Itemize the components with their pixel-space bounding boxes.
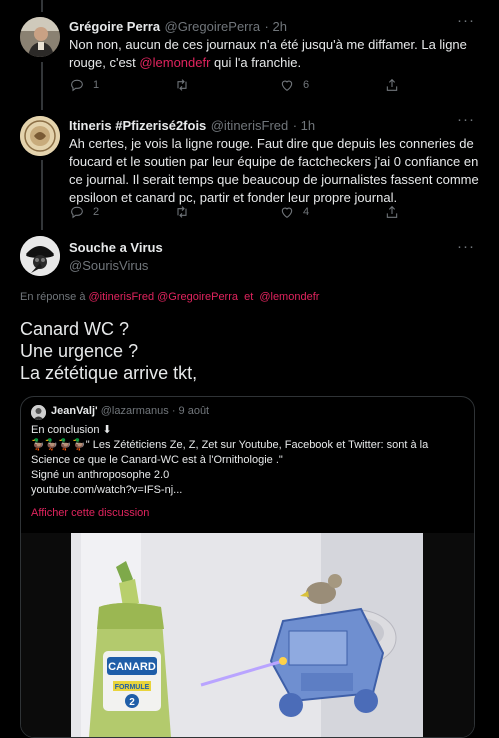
share-button[interactable] [384, 204, 400, 220]
reply-icon [71, 79, 83, 92]
reply-prefix: En réponse à [20, 291, 86, 303]
author-handle[interactable]: @SourisVirus [69, 258, 148, 273]
quote-media[interactable]: CANARD FORMULE 2 [21, 533, 474, 737]
quote-timestamp: · 9 août [171, 405, 210, 417]
like-count: 6 [303, 79, 310, 91]
reply-and: et [244, 291, 254, 303]
quote-author-handle: @lazarmanus [100, 405, 169, 417]
mention-link[interactable]: @lemondefr [259, 291, 319, 303]
author-name[interactable]: Souche a Virus [69, 240, 163, 255]
reply-count: 2 [93, 206, 100, 218]
bottle-formula: FORMULE [115, 684, 150, 691]
reply-count: 1 [93, 79, 100, 91]
author-handle[interactable]: @itinerisFred [211, 118, 289, 133]
more-options-icon[interactable]: ··· [457, 238, 475, 255]
tweet-text: Ah certes, je vois la ligne rouge. Faut … [69, 136, 479, 205]
quote-line: 🦆🦆🦆🦆" Les Zététiciens Ze, Z, Zet sur You… [31, 439, 429, 466]
tweet-actions: 1 6 [69, 77, 409, 93]
bottle-brand: CANARD [108, 661, 156, 673]
quote-tweet-card[interactable]: JeanValj' @lazarmanus · 9 août En conclu… [20, 396, 475, 738]
avatar[interactable] [20, 116, 60, 156]
quote-line: En conclusion ⬇ [31, 424, 112, 436]
quote-author-name: JeanValj' [51, 405, 98, 417]
share-button[interactable] [384, 77, 400, 93]
tweet-text: Non non, aucun de ces journaux n'a été j… [69, 36, 469, 72]
author-name[interactable]: Itineris #Pfizerisé2fois [69, 118, 206, 133]
author-name[interactable]: Grégoire Perra [69, 19, 160, 34]
mention-link[interactable]: @itinerisFred [89, 291, 155, 303]
main-tweet-text: Canard WC ? Une urgence ? La zététique a… [20, 319, 198, 383]
retweet-button[interactable] [174, 77, 279, 93]
quote-avatar [31, 405, 46, 420]
retweet-icon [177, 206, 187, 218]
avatar[interactable] [20, 236, 60, 276]
share-icon [386, 205, 398, 218]
like-button[interactable]: 4 [279, 204, 384, 220]
heart-icon [281, 80, 293, 91]
quote-link: youtube.com/watch?v=IFS-nj... [31, 484, 183, 496]
mention-link[interactable]: @GregoirePerra [157, 291, 238, 303]
timestamp[interactable]: · 1h [293, 118, 315, 133]
share-icon [386, 78, 398, 91]
reply-button[interactable]: 1 [69, 77, 174, 93]
mention-link[interactable]: @lemondefr [139, 55, 210, 70]
like-button[interactable]: 6 [279, 77, 384, 93]
bottle-number: 2 [129, 697, 135, 708]
timestamp[interactable]: · 2h [265, 19, 287, 34]
like-count: 4 [303, 206, 310, 218]
quote-line: Signé un anthroposophe 2.0 [31, 469, 170, 481]
author-handle[interactable]: @GregoirePerra [165, 19, 261, 34]
reply-icon [71, 206, 83, 219]
show-thread-link[interactable]: Afficher cette discussion [31, 507, 149, 519]
thread-line [41, 62, 43, 110]
retweet-icon [177, 79, 187, 91]
more-options-icon[interactable]: ··· [457, 111, 475, 128]
media-image: CANARD FORMULE 2 [21, 533, 474, 737]
thread-line [41, 0, 43, 12]
thread-line [41, 160, 43, 230]
tweet-text-part: qui l'a franchie. [210, 55, 302, 70]
retweet-button[interactable] [174, 204, 279, 220]
more-options-icon[interactable]: ··· [457, 12, 475, 29]
reply-button[interactable]: 2 [69, 204, 174, 220]
heart-icon [281, 207, 293, 218]
tweet-actions: 2 4 [69, 204, 409, 220]
avatar[interactable] [20, 17, 60, 57]
reply-context: En réponse à @itinerisFred @GregoirePerr… [20, 291, 319, 303]
